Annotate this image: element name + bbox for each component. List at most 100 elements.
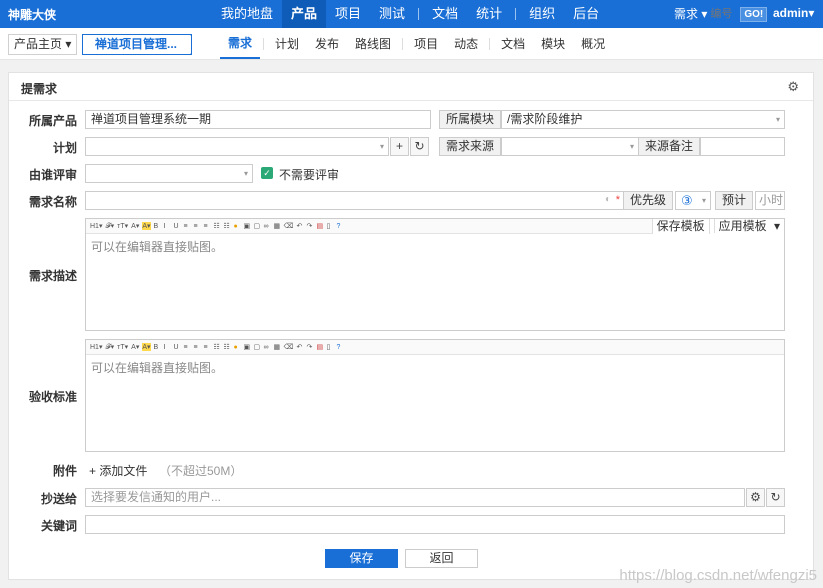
bold-icon[interactable]: B	[154, 344, 161, 351]
save-button[interactable]: 保存	[325, 549, 398, 568]
fullscreen-icon[interactable]: ▯	[326, 222, 333, 230]
emoji-icon[interactable]: ●	[234, 344, 241, 351]
italic-icon[interactable]: I	[164, 344, 171, 351]
font-family-icon[interactable]: 𝓕▾	[105, 222, 114, 231]
subnav-view[interactable]: 概况	[573, 28, 613, 60]
nav-report[interactable]: 统计	[467, 0, 511, 28]
undo-icon[interactable]: ↶	[296, 222, 303, 230]
source-icon[interactable]: ▤	[316, 222, 323, 230]
subnav-release[interactable]: 发布	[307, 28, 347, 60]
add-file-button[interactable]: + 添加文件	[89, 462, 147, 479]
keywords-input[interactable]	[85, 515, 785, 534]
redo-icon[interactable]: ↷	[306, 343, 313, 351]
company-brand[interactable]: 神雕大侠	[8, 6, 56, 23]
subnav-story[interactable]: 需求	[220, 29, 261, 59]
refresh-icon[interactable]: ↻	[410, 137, 429, 156]
breadcrumb-product-select[interactable]: 禅道项目管理...	[82, 34, 192, 55]
image-icon[interactable]: ▣	[244, 222, 251, 230]
verify-editor-body[interactable]: 可以在编辑器直接贴图。	[86, 355, 784, 380]
ordered-list-icon[interactable]: ☷	[214, 222, 221, 230]
font-size-icon[interactable]: тT▾	[117, 222, 128, 230]
gear-icon[interactable]: ⚙	[746, 488, 765, 507]
unordered-list-icon[interactable]: ☷	[224, 343, 231, 351]
subnav-roadmap[interactable]: 路线图	[347, 28, 399, 60]
emoji-icon[interactable]: ●	[234, 223, 241, 230]
eraser-icon[interactable]: ⌫	[284, 343, 294, 351]
table-icon[interactable]: ▦	[274, 222, 281, 230]
align-center-icon[interactable]: ≡	[194, 344, 201, 351]
apply-template-button[interactable]: 应用模板 ▾	[708, 219, 784, 234]
font-size-icon[interactable]: тT▾	[117, 343, 128, 351]
align-right-icon[interactable]: ≡	[204, 344, 211, 351]
spec-editor-body[interactable]: 可以在编辑器直接贴图。	[86, 234, 784, 259]
undo-icon[interactable]: ↶	[296, 343, 303, 351]
align-left-icon[interactable]: ≡	[184, 344, 191, 351]
nav-product[interactable]: 产品	[282, 0, 327, 28]
nav-qa[interactable]: 测试	[370, 0, 414, 28]
align-center-icon[interactable]: ≡	[194, 223, 201, 230]
refresh-icon[interactable]: ↻	[766, 488, 785, 507]
back-button[interactable]: 返回	[405, 549, 478, 568]
underline-icon[interactable]: U	[174, 223, 181, 230]
subnav-plan[interactable]: 计划	[267, 28, 307, 60]
save-template-button[interactable]: 保存模板	[651, 219, 709, 234]
source-note-input[interactable]	[700, 137, 785, 156]
heading-icon[interactable]: H1▾	[90, 222, 102, 230]
ordered-list-icon[interactable]: ☷	[214, 343, 221, 351]
nav-admin[interactable]: 后台	[564, 0, 608, 28]
heading-icon[interactable]: H1▾	[90, 343, 102, 351]
font-color-icon[interactable]: A▾	[131, 222, 139, 230]
bold-icon[interactable]: B	[154, 223, 161, 230]
product-select-value: 禅道项目管理系统一期	[91, 112, 212, 126]
search-input[interactable]	[710, 6, 741, 22]
fullscreen-icon[interactable]: ▯	[326, 343, 333, 351]
link-icon[interactable]: ∞	[264, 344, 271, 351]
nav-doc[interactable]: 文档	[423, 0, 467, 28]
font-family-icon[interactable]: 𝓕▾	[105, 343, 114, 352]
eraser-icon[interactable]: ⌫	[284, 222, 294, 230]
add-plan-button[interactable]: +	[390, 137, 409, 156]
verify-editor[interactable]: H1▾ 𝓕▾ тT▾ A▾ A▾ B I U ≡ ≡ ≡ ☷ ☷ ● ▣ ▢ ∞…	[85, 339, 785, 452]
highlight-icon[interactable]: A▾	[142, 222, 151, 230]
nav-project[interactable]: 项目	[326, 0, 370, 28]
user-menu[interactable]: admin▾	[773, 6, 814, 20]
nav-company[interactable]: 组织	[520, 0, 564, 28]
italic-icon[interactable]: I	[164, 223, 171, 230]
code-icon[interactable]: ▢	[254, 222, 261, 230]
mailto-input[interactable]: 选择要发信通知的用户...	[85, 488, 745, 507]
subnav-dynamic[interactable]: 动态	[446, 28, 486, 60]
plan-select[interactable]: ▾	[85, 137, 389, 156]
align-right-icon[interactable]: ≡	[204, 223, 211, 230]
spec-editor[interactable]: H1▾ 𝓕▾ тT▾ A▾ A▾ B I U ≡ ≡ ≡ ☷ ☷ ● ▣ ▢ ∞…	[85, 218, 785, 331]
image-icon[interactable]: ▣	[244, 343, 251, 351]
nav-my[interactable]: 我的地盘	[212, 0, 282, 28]
highlight-icon[interactable]: A▾	[142, 343, 151, 351]
gear-icon[interactable]: ⚙	[787, 79, 799, 95]
search-type-select[interactable]: 需求 ▾	[674, 6, 710, 22]
priority-select[interactable]: ③ ▾	[675, 191, 711, 210]
module-select[interactable]: /需求阶段维护 ▾	[501, 110, 785, 129]
unordered-list-icon[interactable]: ☷	[224, 222, 231, 230]
subnav-doc[interactable]: 文档	[493, 28, 533, 60]
breadcrumb-product-home[interactable]: 产品主页 ▾	[8, 34, 78, 55]
underline-icon[interactable]: U	[174, 344, 181, 351]
subnav-module[interactable]: 模块	[533, 28, 573, 60]
align-left-icon[interactable]: ≡	[184, 223, 191, 230]
link-icon[interactable]: ∞	[264, 223, 271, 230]
story-title-input[interactable]: *	[85, 191, 625, 210]
source-icon[interactable]: ▤	[316, 343, 323, 351]
product-select[interactable]: 禅道项目管理系统一期	[85, 110, 431, 129]
color-picker-icon[interactable]: ◐	[605, 194, 619, 206]
help-icon[interactable]: ?	[336, 344, 343, 351]
font-color-icon[interactable]: A▾	[131, 343, 139, 351]
code-icon[interactable]: ▢	[254, 343, 261, 351]
estimate-input[interactable]: 小时	[755, 191, 785, 210]
source-select[interactable]: ▾	[501, 137, 639, 156]
redo-icon[interactable]: ↷	[306, 222, 313, 230]
table-icon[interactable]: ▦	[274, 343, 281, 351]
subnav-project[interactable]: 项目	[406, 28, 446, 60]
reviewer-select[interactable]: ▾	[85, 164, 253, 183]
search-go-button[interactable]: GO!	[740, 7, 768, 22]
help-icon[interactable]: ?	[336, 223, 343, 230]
no-review-checkbox[interactable]: ✓	[261, 167, 273, 179]
